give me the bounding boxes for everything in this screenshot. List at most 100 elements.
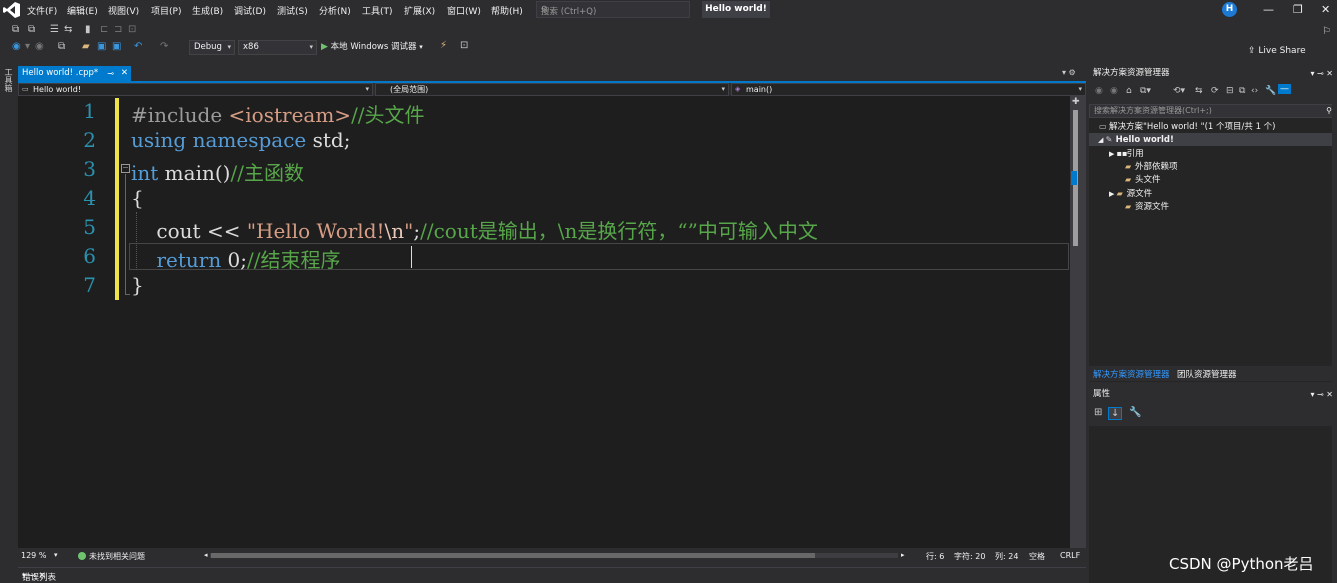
solution-search-input[interactable]: 搜索解决方案资源管理器(Ctrl+;) ⚲ xyxy=(1089,104,1337,118)
menu-edit[interactable]: 编辑(E) xyxy=(67,4,98,17)
bookmark-clear-icon[interactable]: ⊡ xyxy=(128,24,136,35)
menu-help[interactable]: 帮助(H) xyxy=(491,4,523,17)
properties-toolbar: ⊞ ↓ 🔧 xyxy=(1089,402,1337,426)
home-icon[interactable]: ⌂ xyxy=(1126,86,1132,96)
tree-label: 源文件 xyxy=(1126,189,1153,199)
menu-project[interactable]: 项目(P) xyxy=(151,4,181,17)
live-share-button[interactable]: ⇪ Live Share xyxy=(1248,46,1306,56)
open-file-icon[interactable]: ▰ xyxy=(82,41,90,52)
tree-solution[interactable]: ▭ 解决方案"Hello world! "(1 个项目/共 1 个) xyxy=(1099,120,1276,133)
tab-solution-explorer[interactable]: 解决方案资源管理器 xyxy=(1093,368,1170,380)
back-icon[interactable]: ◉ xyxy=(1095,86,1103,96)
refresh-icon[interactable]: ⟳ xyxy=(1211,86,1219,96)
toolbar-icon-4[interactable]: ⇆ xyxy=(64,24,72,35)
tab-team-explorer[interactable]: 团队资源管理器 xyxy=(1177,368,1237,380)
close-icon[interactable]: ✕ xyxy=(1321,3,1330,16)
panel-controls-icon[interactable]: ▾ ⊸ ✕ xyxy=(22,571,1080,581)
tree-item-resource-files[interactable]: ▰ 资源文件 xyxy=(1125,200,1169,213)
chevron-down-icon[interactable]: ▾ xyxy=(54,551,58,559)
menu-build[interactable]: 生成(B) xyxy=(192,4,223,17)
collapse-icon[interactable]: − xyxy=(121,164,130,173)
expanded-icon: ◢ xyxy=(1098,136,1106,144)
tree-project[interactable]: ◢ ✎ Hello world! xyxy=(1089,133,1332,146)
zoom-level[interactable]: 129 % xyxy=(21,551,46,560)
bookmark-prev-icon[interactable]: ⊏ xyxy=(100,24,108,35)
back-icon[interactable]: ◉ xyxy=(12,41,21,52)
comment: //cout是输出，\n是换行符，“”中可输入中文 xyxy=(420,219,818,243)
chevron-down-icon: ▾ xyxy=(721,85,725,93)
menu-analyze[interactable]: 分析(N) xyxy=(319,4,351,17)
forward-icon[interactable]: ◉ xyxy=(1110,86,1118,96)
properties-wrench-icon[interactable]: 🔧 xyxy=(1265,86,1276,96)
horizontal-scrollbar-thumb[interactable] xyxy=(211,553,815,558)
close-icon[interactable]: ✕ xyxy=(121,66,128,81)
menu-extensions[interactable]: 扩展(X) xyxy=(404,4,435,17)
tab-hello-world-cpp[interactable]: Hello world! .cpp* ⊸ ✕ xyxy=(18,66,131,81)
panel-controls-icon[interactable]: ▾ ⊸ ✕ xyxy=(1310,66,1333,81)
toolbar-icon-3[interactable]: ☰ xyxy=(50,24,59,35)
platform-dropdown[interactable]: x86 ▾ xyxy=(238,40,317,55)
scroll-left-icon[interactable]: ◂ xyxy=(204,551,208,559)
categorized-icon[interactable]: ⊞ xyxy=(1094,407,1102,418)
folder-icon: ▰ xyxy=(1125,162,1132,171)
toolbar-extra-icon[interactable]: ⊡ xyxy=(460,40,468,51)
minimize-icon[interactable]: — xyxy=(1263,3,1274,16)
menu-debug[interactable]: 调试(D) xyxy=(234,4,266,17)
toolbox-strip[interactable]: 工具箱 xyxy=(0,65,16,567)
config-dropdown[interactable]: Debug ▾ xyxy=(189,40,235,55)
issues-indicator[interactable]: 未找到相关问题 xyxy=(78,551,145,562)
outline-end xyxy=(125,294,130,295)
panel-controls-icon[interactable]: ▾ ⊸ ✕ xyxy=(1310,387,1333,402)
wrench-icon[interactable]: 🔧 xyxy=(1129,407,1141,418)
search-input[interactable]: 搜索 (Ctrl+Q) ⚲ xyxy=(536,1,690,18)
split-icon[interactable]: ✚ xyxy=(1072,97,1080,107)
tree-item-external-deps[interactable]: ▰ 外部依赖项 xyxy=(1125,160,1178,173)
code-line-7: } xyxy=(131,273,144,297)
chevron-down-icon[interactable]: ▾ xyxy=(25,41,30,52)
new-project-icon[interactable]: ⧉ xyxy=(58,41,65,52)
toolbar-icon-1[interactable]: ⧉ xyxy=(12,24,19,35)
tab-options-icon[interactable]: ▾ ⚙ xyxy=(1062,68,1076,77)
tree-item-header-files[interactable]: ▰ 头文件 xyxy=(1125,173,1161,186)
scope-dropdown[interactable]: (全局范围) ▾ xyxy=(375,83,729,96)
toolbar-icon-2[interactable]: ⧉ xyxy=(28,24,35,35)
pending-changes-icon[interactable]: ⟲▾ xyxy=(1173,86,1185,96)
collapse-all-icon[interactable]: ⊟ xyxy=(1226,86,1234,96)
sync-icon[interactable]: ⇆ xyxy=(1195,86,1203,96)
menu-view[interactable]: 视图(V) xyxy=(108,4,139,17)
member-dropdown[interactable]: ◈ main() ▾ xyxy=(731,83,1086,96)
feedback-icon[interactable]: ⚐ xyxy=(1322,26,1331,37)
menu-test[interactable]: 测试(S) xyxy=(277,4,308,17)
solution-panel-tabs: 解决方案资源管理器 团队资源管理器 xyxy=(1089,366,1337,381)
line-number: 5 xyxy=(83,215,96,239)
comment: //头文件 xyxy=(351,103,425,127)
search-icon[interactable]: ⚲ xyxy=(541,5,685,15)
alphabetical-icon[interactable]: ↓ xyxy=(1108,407,1123,420)
undo-icon[interactable]: ↶ xyxy=(134,41,142,52)
scroll-right-icon[interactable]: ▸ xyxy=(901,551,905,559)
pin-icon[interactable]: ⊸ xyxy=(107,66,114,81)
tree-item-references[interactable]: ▶ ▪▪引用 xyxy=(1109,147,1144,160)
chevron-right-icon: ▶ xyxy=(1109,190,1117,198)
project-dropdown[interactable]: ▭ Hello world! ▾ xyxy=(18,83,373,96)
maximize-icon[interactable]: ❐ xyxy=(1293,3,1303,16)
switch-views-icon[interactable]: ⧉▾ xyxy=(1140,86,1151,96)
avatar[interactable]: H xyxy=(1222,2,1237,17)
preview-icon[interactable]: — xyxy=(1278,84,1291,94)
save-all-icon[interactable]: ▣ xyxy=(112,41,121,52)
error-list-panel[interactable]: 错误列表 ▾ ⊸ ✕ xyxy=(18,567,1086,583)
show-all-icon[interactable]: ⧉ xyxy=(1239,86,1245,96)
bookmark-icon[interactable]: ▮ xyxy=(85,24,91,35)
hot-reload-icon[interactable]: ⚡ xyxy=(440,40,447,51)
menu-file[interactable]: 文件(F) xyxy=(27,4,57,17)
code-view-icon[interactable]: ‹› xyxy=(1251,86,1258,96)
tree-item-source-files[interactable]: ▶ ▰ 源文件 xyxy=(1109,187,1152,200)
bookmark-next-icon[interactable]: ⊐ xyxy=(114,24,122,35)
start-debugging-button[interactable]: ▶ 本地 Windows 调试器 ▾ xyxy=(321,40,423,52)
menu-tools[interactable]: 工具(T) xyxy=(362,4,393,17)
save-icon[interactable]: ▣ xyxy=(97,41,106,52)
forward-icon[interactable]: ◉ xyxy=(35,41,44,52)
menu-window[interactable]: 窗口(W) xyxy=(447,4,481,17)
issues-label: 未找到相关问题 xyxy=(89,552,145,561)
redo-icon[interactable]: ↷ xyxy=(160,41,168,52)
